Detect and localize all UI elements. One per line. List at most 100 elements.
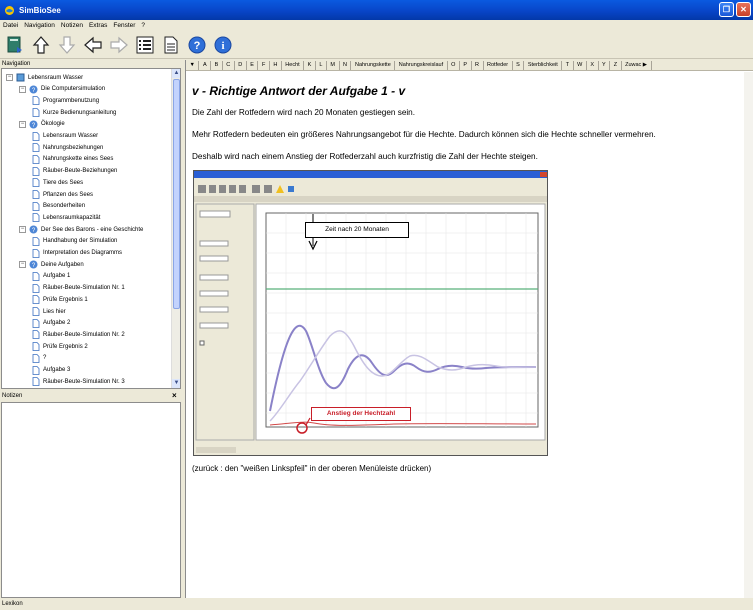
tree-item[interactable]: −? Der See des Barons - eine Geschichte [19, 224, 143, 235]
tree-item[interactable]: Nahrungsbeziehungen [32, 142, 103, 153]
index-tab[interactable]: T [562, 60, 574, 70]
tree-item-label: Räuber-Beute-Simulation Nr. 1 [43, 285, 125, 292]
page-icon [32, 271, 40, 281]
tree-item[interactable]: Räuber-Beute-Simulation Nr. 3 [32, 376, 125, 387]
page-icon [32, 96, 40, 106]
index-tab[interactable]: C [223, 60, 235, 70]
arrow-left-icon[interactable] [82, 34, 104, 56]
index-tab[interactable]: B [211, 60, 223, 70]
page-icon [32, 318, 40, 328]
tree-item[interactable]: − Lebensraum Wasser [6, 72, 83, 83]
expand-toggle-icon[interactable]: − [19, 85, 26, 93]
tree-item[interactable]: −? Die Computersimulation [19, 84, 105, 95]
menu-item[interactable]: Navigation [24, 22, 55, 29]
info-icon[interactable]: i [212, 34, 234, 56]
restore-button[interactable]: ❐ [719, 2, 734, 17]
index-tab[interactable]: K [304, 60, 316, 70]
menu-item[interactable]: ? [141, 22, 145, 29]
tree-item[interactable]: Aufgabe 1 [32, 271, 70, 282]
index-tab[interactable]: Hecht [282, 60, 305, 70]
tree-item[interactable]: ? [32, 353, 46, 364]
tree-item[interactable]: Prüfe Ergebnis 1 [32, 294, 88, 305]
index-tab[interactable]: S [513, 60, 525, 70]
scroll-down-icon[interactable]: ▼ [172, 379, 180, 388]
index-tab[interactable]: M [327, 60, 340, 70]
tree-item[interactable]: −? Ökologie [19, 119, 65, 130]
tree-item-label: Aufgabe 3 [43, 367, 71, 373]
notes-panel[interactable] [1, 402, 181, 598]
tree-item-label: Lebensraumkapazität [43, 214, 101, 221]
tree-item[interactable]: Handhabung der Simulation [32, 236, 117, 247]
arrow-down-icon[interactable] [56, 34, 78, 56]
index-tab[interactable]: O [448, 60, 460, 70]
tree-item[interactable]: Lebensraumkapazität [32, 212, 100, 223]
index-tab[interactable]: P [460, 60, 472, 70]
tree-item-label: Nahrungskette eines Sees [43, 156, 114, 163]
index-tab[interactable]: Z [610, 60, 622, 70]
tree-item-label: Deine Aufgaben [41, 261, 84, 268]
tree-item[interactable]: Lebensraum Wasser [32, 131, 98, 142]
index-tab-bar: ▼ A B C D E F H Hecht K L M N Nahrungskette Nahrungskr… [186, 60, 753, 71]
index-tab[interactable]: ▼ [186, 60, 200, 70]
tree-item[interactable]: Aufgabe 3 [32, 365, 70, 376]
expand-toggle-icon[interactable]: − [19, 226, 26, 234]
index-tab[interactable]: Rotfeder [484, 60, 513, 70]
menu-item[interactable]: Fenster [113, 22, 135, 29]
notes-close-button[interactable]: × [172, 391, 177, 401]
tree-item-label: Aufgabe 1 [43, 273, 71, 280]
help-icon[interactable]: ? [186, 34, 208, 56]
scroll-thumb[interactable] [173, 79, 180, 309]
index-tab[interactable]: Sterblichkeit [524, 60, 563, 70]
page-icon [32, 330, 40, 340]
tree-item-label: Besonderheiten [43, 203, 86, 210]
index-tab[interactable]: Nahrungskette [351, 60, 396, 70]
expand-toggle-icon[interactable]: − [19, 261, 26, 269]
menu-item[interactable]: Extras [89, 22, 107, 29]
index-tab[interactable]: X [587, 60, 599, 70]
close-button[interactable]: ✕ [736, 2, 751, 17]
expand-toggle-icon[interactable]: − [19, 120, 26, 128]
tree-item[interactable]: Räuber-Beute-Simulation Nr. 2 [32, 329, 125, 340]
tree-item-label: Pflanzen des Sees [43, 191, 94, 198]
index-tab[interactable]: E [247, 60, 259, 70]
index-tab[interactable]: Nahrungskreislauf [395, 60, 448, 70]
tree-item-label: Der See des Barons - eine Geschichte [41, 226, 144, 233]
index-tab[interactable]: F [258, 60, 270, 70]
tree-item[interactable]: Pflanzen des Sees [32, 189, 93, 200]
menu-item[interactable]: Datei [3, 22, 18, 29]
tree-item[interactable]: Aufgabe 2 [32, 318, 70, 329]
index-tab[interactable]: L [316, 60, 327, 70]
list-icon[interactable] [134, 34, 156, 56]
tree-item[interactable]: Programmbenutzung [32, 95, 99, 106]
content-scrollbar[interactable] [744, 72, 753, 598]
scroll-up-icon[interactable]: ▲ [172, 69, 180, 78]
page-icon[interactable] [160, 34, 182, 56]
arrow-up-icon[interactable] [30, 34, 52, 56]
index-tab[interactable]: W [574, 60, 587, 70]
menu-item[interactable]: Notizen [61, 22, 83, 29]
tree-item[interactable]: Nahrungskette eines Sees [32, 154, 113, 165]
index-tab[interactable]: R [472, 60, 484, 70]
tree-item[interactable]: Prüfe Ergebnis 2 [32, 341, 88, 352]
page-icon [32, 342, 40, 351]
tree-item[interactable]: Tiere des Sees [32, 177, 83, 188]
tree-item[interactable]: Interpretation des Diagramms [32, 248, 122, 259]
menu-bar: Datei Navigation Notizen Extras Fenster? [0, 20, 753, 31]
tree-item[interactable]: Kurze Bedienungsanleitung [32, 107, 116, 118]
tree-item[interactable]: −? Deine Aufgaben [19, 259, 84, 270]
index-tab[interactable]: D [235, 60, 247, 70]
index-tab[interactable]: H [270, 60, 282, 70]
arrow-right-icon[interactable] [108, 34, 130, 56]
tree-item[interactable]: Besonderheiten [32, 201, 85, 212]
expand-toggle-icon[interactable]: − [6, 74, 13, 81]
index-tab[interactable]: Y [599, 60, 611, 70]
tree-item[interactable]: Räuber-Beute-Beziehungen [32, 166, 117, 177]
tree-item[interactable]: Lies hier [32, 306, 66, 317]
index-tab[interactable]: A [199, 60, 212, 70]
tree-item[interactable]: Räuber-Beute-Simulation Nr. 1 [32, 283, 125, 294]
index-tab[interactable]: Zuwac ▶ [622, 60, 652, 70]
index-tab[interactable]: N [340, 60, 352, 70]
book-icon[interactable] [4, 34, 26, 56]
navigation-scrollbar[interactable]: ▲ ▼ [171, 69, 180, 388]
tree-item-label: Nahrungsbeziehungen [43, 144, 104, 151]
